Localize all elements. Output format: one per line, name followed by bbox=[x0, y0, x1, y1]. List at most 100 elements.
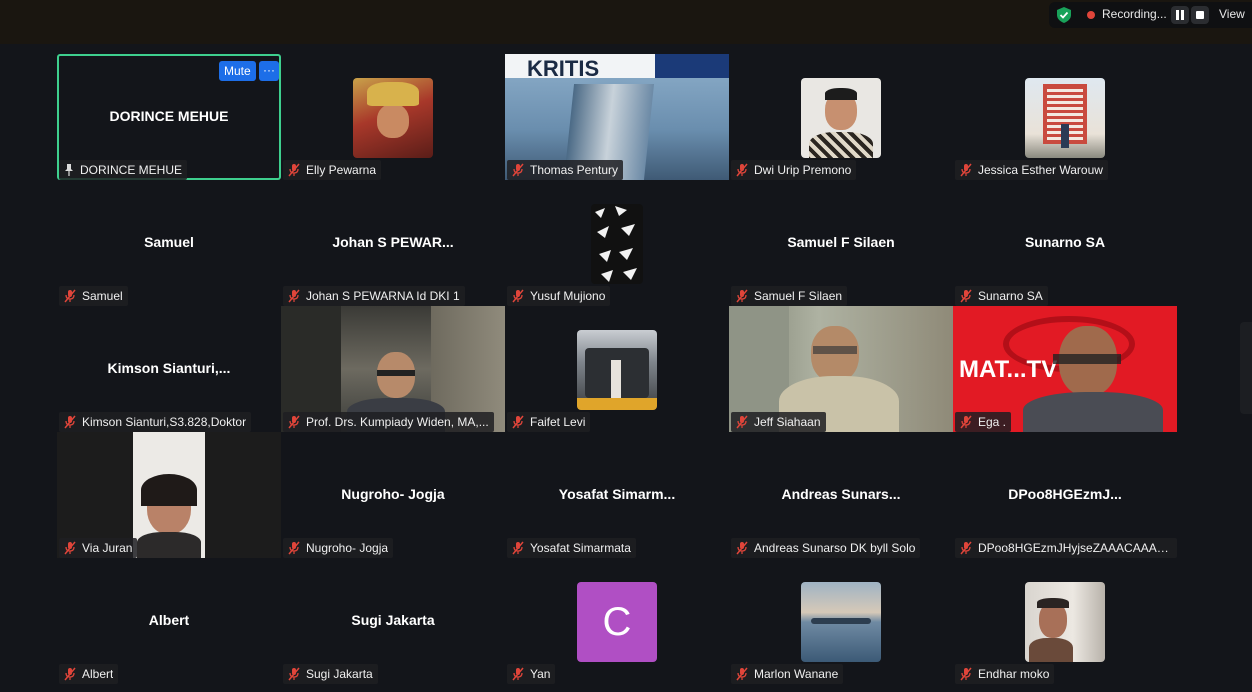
participant-label: Yusuf Mujiono bbox=[507, 286, 611, 306]
mic-muted-icon bbox=[510, 667, 526, 681]
mic-muted-icon bbox=[286, 667, 302, 681]
initial-avatar: C bbox=[577, 582, 657, 662]
mic-muted-icon bbox=[958, 163, 974, 177]
video-tile-camera[interactable]: Jeff Siahaan bbox=[729, 306, 953, 432]
mic-muted-icon bbox=[958, 667, 974, 681]
participant-label: Samuel bbox=[59, 286, 128, 306]
participant-label: Prof. Drs. Kumpiady Widen, MA,... bbox=[283, 412, 494, 432]
participant-label: Dwi Urip Premono bbox=[731, 160, 857, 180]
participant-label: Via Juran bbox=[59, 538, 138, 558]
video-tile[interactable]: Sunarno SA Sunarno SA bbox=[953, 180, 1177, 306]
profile-photo bbox=[591, 204, 643, 284]
participant-name: Andreas Sunars... bbox=[781, 486, 901, 502]
video-tile[interactable]: Endhar moko bbox=[953, 558, 1177, 684]
video-tile-active-speaker[interactable]: DORINCE MEHUE Mute ··· DORINCE MEHUE bbox=[57, 54, 281, 180]
mic-muted-icon bbox=[286, 541, 302, 555]
participant-name: DPoo8HGEzmJ... bbox=[1008, 486, 1122, 502]
pause-recording-button[interactable] bbox=[1171, 6, 1189, 24]
video-tile-camera[interactable]: Prof. Drs. Kumpiady Widen, MA,... bbox=[281, 306, 505, 432]
video-tile[interactable]: Andreas Sunars... Andreas Sunarso DK byl… bbox=[729, 432, 953, 558]
participant-name: Samuel F Silaen bbox=[787, 234, 895, 250]
more-options-button[interactable]: ··· bbox=[259, 61, 279, 81]
participant-name: Samuel bbox=[144, 234, 194, 250]
security-shield-icon bbox=[1057, 7, 1071, 23]
video-tile-shared-screen[interactable]: KRITIS Thomas Pentury bbox=[505, 54, 729, 180]
video-tile[interactable]: C Yan bbox=[505, 558, 729, 684]
profile-photo bbox=[801, 582, 881, 662]
video-tile[interactable]: Yosafat Simarm... Yosafat Simarmata bbox=[505, 432, 729, 558]
mic-muted-icon bbox=[958, 289, 974, 303]
video-tile[interactable]: Dwi Urip Premono bbox=[729, 54, 953, 180]
participant-label: Albert bbox=[59, 664, 119, 684]
mic-muted-icon bbox=[286, 415, 302, 429]
participant-name: Sugi Jakarta bbox=[351, 612, 435, 628]
person-video bbox=[811, 326, 859, 382]
video-tile[interactable]: Johan S PEWAR... Johan S PEWARNA Id DKI … bbox=[281, 180, 505, 306]
participant-label: Sunarno SA bbox=[955, 286, 1048, 306]
recording-dot-icon bbox=[1087, 11, 1095, 19]
participant-label: Jessica Esther Warouw bbox=[955, 160, 1108, 180]
participant-label: Jeff Siahaan bbox=[731, 412, 826, 432]
mic-muted-icon bbox=[510, 541, 526, 555]
pin-icon bbox=[65, 164, 73, 176]
video-tile[interactable]: Samuel Samuel bbox=[57, 180, 281, 306]
participant-label: Sugi Jakarta bbox=[283, 664, 378, 684]
participant-label: Johan S PEWARNA Id DKI 1 bbox=[283, 286, 465, 306]
profile-photo bbox=[1025, 78, 1105, 158]
video-tile[interactable]: Faifet Levi bbox=[505, 306, 729, 432]
participant-name: Nugroho- Jogja bbox=[341, 486, 445, 502]
participant-name: DORINCE MEHUE bbox=[109, 108, 229, 124]
mic-muted-icon bbox=[286, 163, 302, 177]
mic-muted-icon bbox=[62, 541, 78, 555]
mic-muted-icon bbox=[62, 289, 78, 303]
mic-muted-icon bbox=[734, 163, 750, 177]
mic-muted-icon bbox=[510, 163, 526, 177]
mic-muted-icon bbox=[958, 541, 974, 555]
participant-name: Sunarno SA bbox=[1024, 234, 1106, 250]
video-tile[interactable]: Yusuf Mujiono bbox=[505, 180, 729, 306]
video-tile[interactable]: Kimson Sianturi,... Kimson Sianturi,S3.8… bbox=[57, 306, 281, 432]
participant-label: Endhar moko bbox=[955, 664, 1055, 684]
mic-muted-icon bbox=[510, 415, 526, 429]
recording-label: Recording... bbox=[1102, 7, 1167, 21]
participant-name: Albert bbox=[148, 612, 190, 628]
participant-label: Faifet Levi bbox=[507, 412, 591, 432]
participant-label: Yosafat Simarmata bbox=[507, 538, 636, 558]
stop-recording-button[interactable] bbox=[1191, 6, 1209, 24]
profile-photo bbox=[577, 330, 657, 410]
screen-headline: KRITIS bbox=[527, 56, 600, 81]
participant-name: Kimson Sianturi,... bbox=[107, 360, 231, 376]
video-tile[interactable]: Albert Albert bbox=[57, 558, 281, 684]
mic-muted-icon bbox=[734, 289, 750, 303]
mic-muted-icon bbox=[510, 289, 526, 303]
participant-label: Marlon Wanane bbox=[731, 664, 844, 684]
mic-muted-icon bbox=[62, 667, 78, 681]
participant-name: Yosafat Simarm... bbox=[558, 486, 676, 502]
video-tile-camera[interactable]: Via Juran bbox=[57, 432, 281, 558]
profile-photo bbox=[801, 78, 881, 158]
view-button[interactable]: View bbox=[1219, 7, 1245, 21]
recording-indicator: Recording... View bbox=[1049, 2, 1252, 28]
video-tile[interactable]: Marlon Wanane bbox=[729, 558, 953, 684]
participant-label: Thomas Pentury bbox=[507, 160, 624, 180]
video-tile[interactable]: Jessica Esther Warouw bbox=[953, 54, 1177, 180]
video-tile[interactable]: DPoo8HGEzmJ... DPoo8HGEzmJHyjseZAAACAAAA… bbox=[953, 432, 1177, 558]
pause-icon bbox=[1176, 10, 1179, 20]
video-tile[interactable]: Nugroho- Jogja Nugroho- Jogja bbox=[281, 432, 505, 558]
mic-muted-icon bbox=[734, 541, 750, 555]
next-page-handle[interactable] bbox=[1240, 322, 1252, 414]
mic-muted-icon bbox=[734, 415, 750, 429]
video-tile[interactable]: Sugi Jakarta Sugi Jakarta bbox=[281, 558, 505, 684]
participant-label: Kimson Sianturi,S3.828,Doktor bbox=[59, 412, 252, 432]
video-tile[interactable]: Elly Pewarna bbox=[281, 54, 505, 180]
stop-icon bbox=[1196, 11, 1204, 19]
video-tile[interactable]: Samuel F Silaen Samuel F Silaen bbox=[729, 180, 953, 306]
video-tile-camera[interactable]: MAT...TV Ega . bbox=[953, 306, 1177, 432]
profile-photo bbox=[353, 78, 433, 158]
mic-muted-icon bbox=[958, 415, 974, 429]
mute-button[interactable]: Mute bbox=[219, 61, 256, 81]
mic-muted-icon bbox=[286, 289, 302, 303]
participant-label: Elly Pewarna bbox=[283, 160, 382, 180]
participant-label: Andreas Sunarso DK byll Solo bbox=[731, 538, 921, 558]
participant-label: DORINCE MEHUE bbox=[59, 160, 188, 180]
